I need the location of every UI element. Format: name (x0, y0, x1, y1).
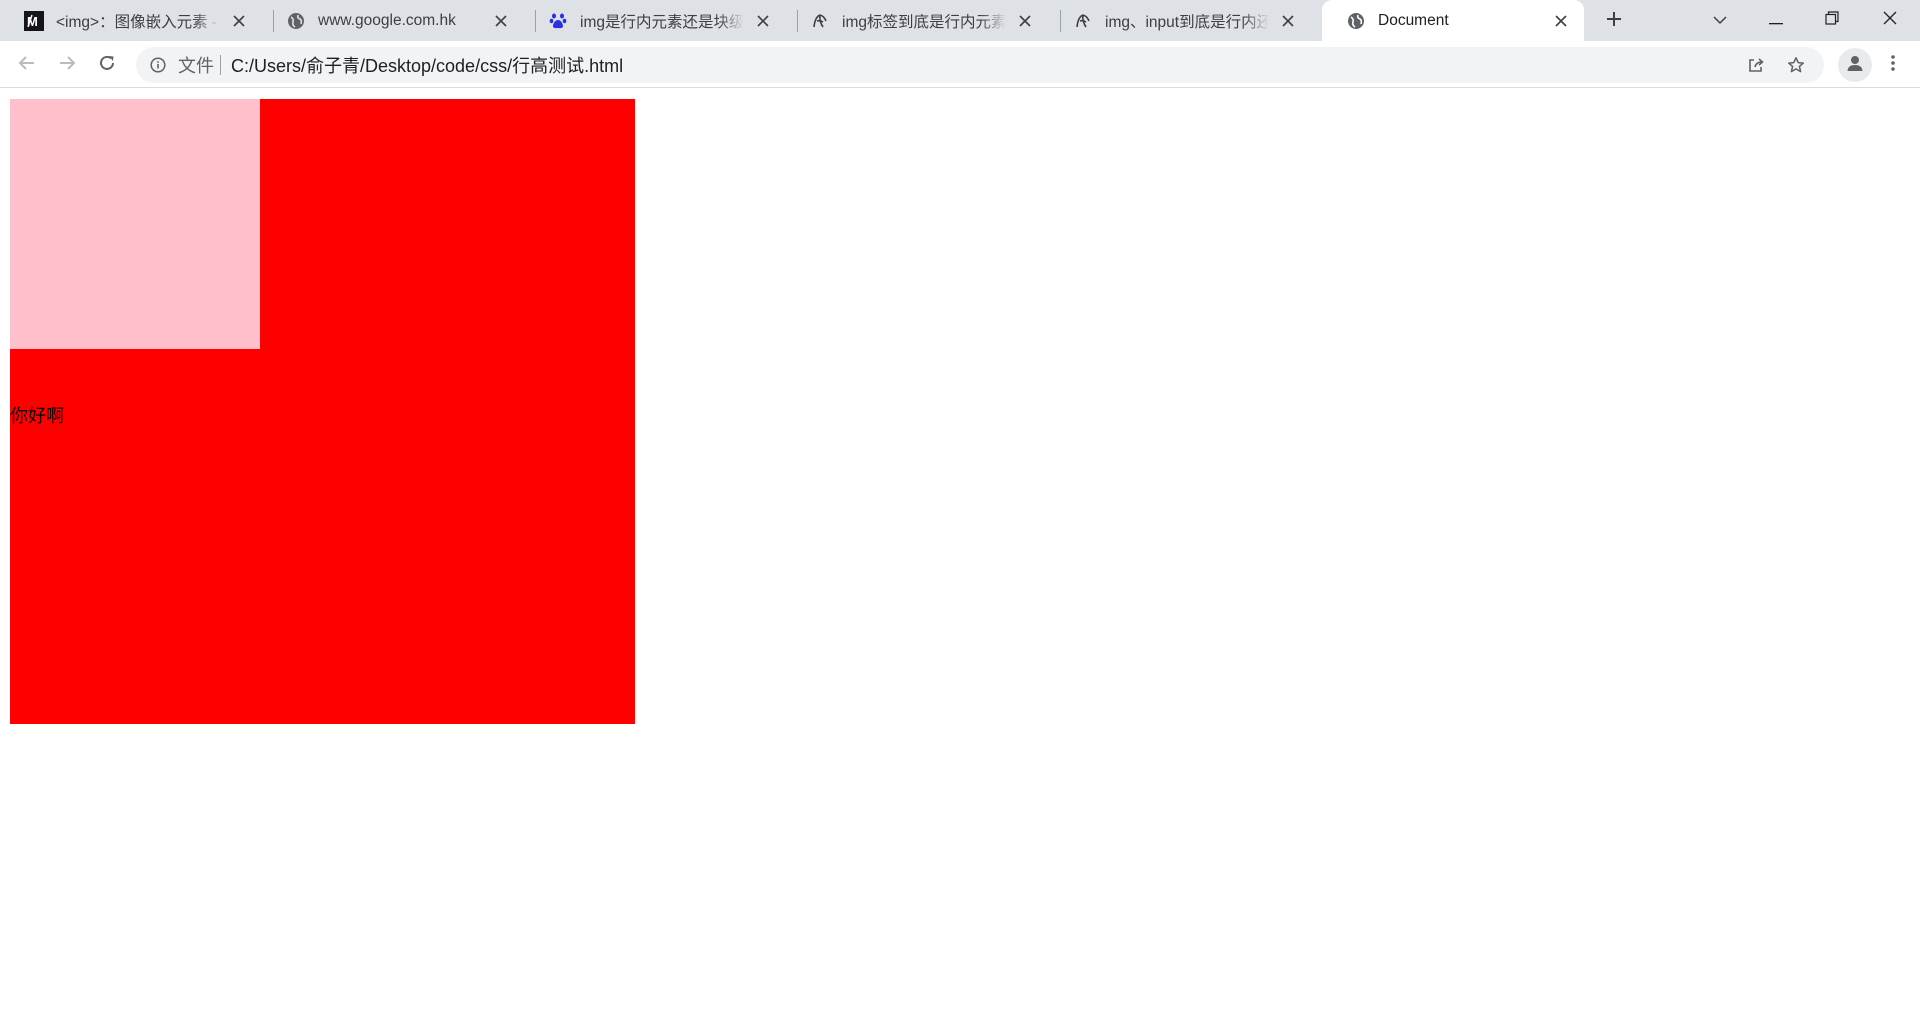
tab-title: www.google.com.hk (318, 11, 482, 30)
tab-title: img是行内元素还是块级元素 (580, 9, 744, 32)
spider-icon (810, 11, 830, 31)
arrow-left-icon (18, 54, 36, 77)
close-icon[interactable] (490, 10, 512, 32)
page-viewport: 你好啊 (0, 89, 1920, 1030)
minimize-icon (1769, 12, 1783, 30)
close-icon[interactable] (1277, 10, 1299, 32)
reload-button[interactable] (90, 48, 124, 82)
inner-pink-box (10, 99, 260, 349)
address-bar[interactable]: 文件 C:/Users/俞子青/Desktop/code/css/行高测试.ht… (136, 47, 1824, 83)
close-icon[interactable] (1550, 10, 1572, 32)
forward-button[interactable] (50, 48, 84, 82)
close-window-button[interactable] (1862, 0, 1918, 41)
browser-toolbar: 文件 C:/Users/俞子青/Desktop/code/css/行高测试.ht… (0, 41, 1920, 88)
tab-mdn-img[interactable]: M <img>：图像嵌入元素 - HTML (0, 0, 262, 41)
more-vertical-icon (1890, 54, 1896, 77)
mdn-icon: M (24, 10, 44, 31)
restore-icon (1825, 11, 1839, 30)
tab-spider-1[interactable]: img标签到底是行内元素还是块级元素 (786, 0, 1048, 41)
tab-title: Document (1378, 11, 1542, 30)
tab-baidu[interactable]: img是行内元素还是块级元素 (524, 0, 786, 41)
close-icon (1883, 11, 1897, 30)
reload-icon (98, 54, 116, 77)
browser-menu-button[interactable] (1876, 48, 1910, 82)
tab-google[interactable]: www.google.com.hk (262, 0, 524, 41)
bookmark-star-icon[interactable] (1778, 47, 1814, 83)
share-icon[interactable] (1738, 47, 1774, 83)
close-icon[interactable] (1014, 10, 1036, 32)
plus-icon (1606, 11, 1622, 32)
tab-spider-2[interactable]: img、input到底是行内还是块级元素 (1049, 0, 1311, 41)
tab-title: <img>：图像嵌入元素 - HTML (56, 9, 220, 32)
chevron-down-icon (1713, 12, 1727, 30)
arrow-right-icon (58, 54, 76, 77)
tab-title: img标签到底是行内元素还是块级元素 (842, 9, 1006, 32)
security-label: 文件 (178, 56, 214, 76)
avatar-icon (1845, 53, 1865, 78)
close-icon[interactable] (752, 10, 774, 32)
tab-search-button[interactable] (1692, 0, 1748, 41)
new-tab-button[interactable] (1598, 6, 1630, 36)
url-text[interactable]: C:/Users/俞子青/Desktop/code/css/行高测试.html (231, 52, 623, 78)
tab-strip: M <img>：图像嵌入元素 - HTML www.google.com.hk … (0, 0, 1920, 41)
omnibox-divider (220, 55, 221, 75)
restore-button[interactable] (1804, 0, 1860, 41)
close-icon[interactable] (228, 10, 250, 32)
baidu-paw-icon (548, 11, 568, 31)
tab-title: img、input到底是行内还是块级元素 (1105, 9, 1269, 32)
outer-red-box: 你好啊 (10, 99, 635, 724)
minimize-button[interactable] (1748, 0, 1804, 41)
spider-icon (1073, 11, 1093, 31)
info-icon[interactable] (148, 55, 168, 75)
globe-icon (1346, 11, 1366, 31)
back-button[interactable] (10, 48, 44, 82)
globe-icon (286, 11, 306, 31)
tab-document[interactable]: Document (1322, 0, 1584, 41)
profile-button[interactable] (1838, 48, 1872, 82)
greeting-text: 你好啊 (10, 406, 64, 427)
